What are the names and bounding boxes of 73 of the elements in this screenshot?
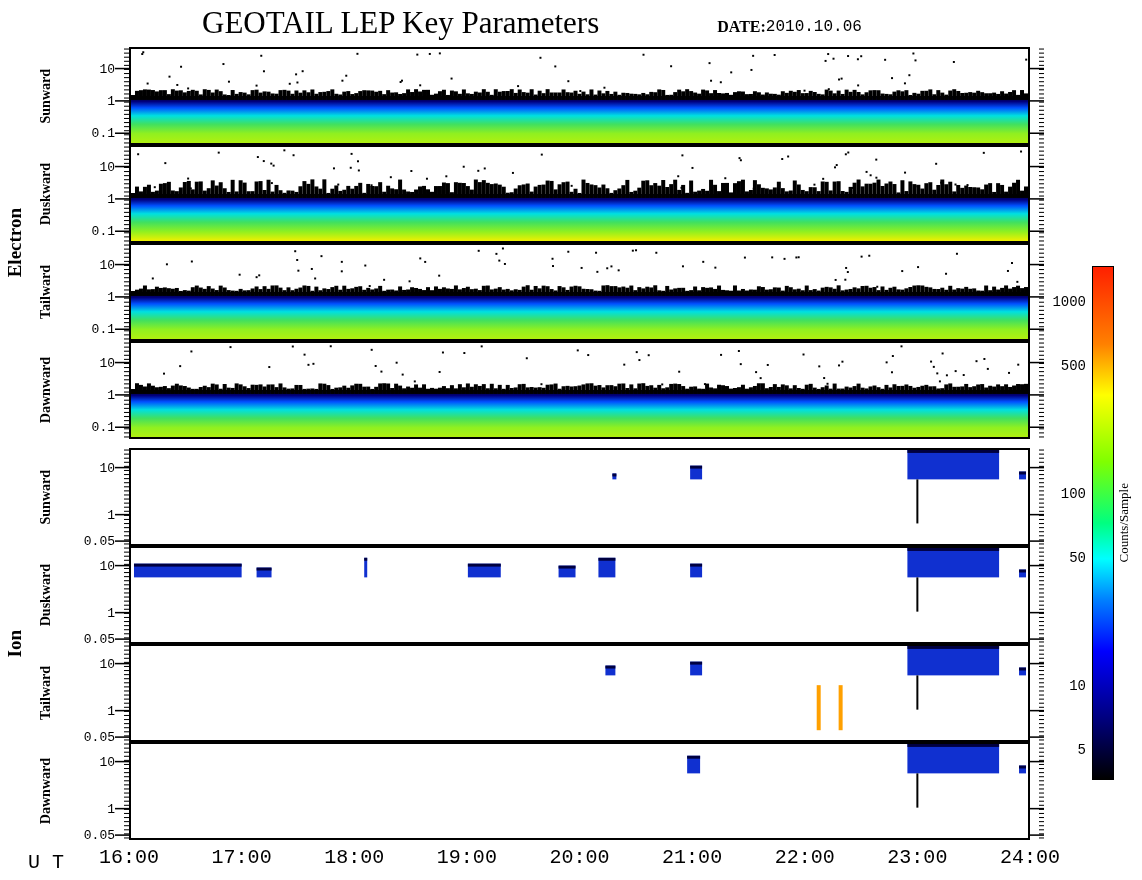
spectrogram-burst [558, 565, 576, 578]
y-tick-label: 10 [99, 258, 115, 272]
panel-label: Tailward [36, 666, 54, 720]
y-tick-label: 1 [107, 704, 115, 718]
y-tick-label: 0.1 [91, 322, 115, 336]
x-tick-label: 17:00 [211, 848, 272, 868]
y-tick-label: 1 [107, 508, 115, 522]
panel-label: Sunward [36, 469, 54, 525]
spectrogram-burst [256, 567, 272, 578]
spectrogram-burst [1019, 569, 1026, 578]
y-tick-label: 10 [99, 356, 115, 370]
panel-label: Tailward [36, 265, 54, 319]
y-tick-label: 0.05 [83, 730, 115, 744]
colorbar-tick-label: 5 [1077, 743, 1086, 758]
spectrogram-burst [690, 465, 703, 480]
colorbar-tick-label: 1000 [1052, 294, 1086, 309]
y-tick-label: 10 [99, 62, 115, 76]
x-tick-label: 16:00 [99, 848, 159, 868]
y-tick-label: 1 [107, 290, 115, 304]
y-tick-label: 1 [107, 802, 115, 816]
spectrogram-burst [467, 563, 501, 578]
y-tick-label: 1 [107, 606, 115, 620]
panel-label: Dawnward [36, 356, 54, 424]
x-tick-label: 23:00 [887, 848, 948, 868]
spectrogram-burst [690, 661, 703, 676]
y-tick-label: 1 [107, 94, 115, 108]
colorbar-tick-label: 100 [1060, 487, 1086, 502]
date-label: DATE: [717, 16, 766, 37]
panel-label: Sunward [36, 68, 54, 124]
spectrogram-burst [612, 473, 617, 480]
y-tick-label: 0.1 [91, 224, 115, 238]
x-tick-label: 22:00 [774, 848, 835, 868]
y-tick-label: 10 [99, 461, 115, 475]
x-tick-label: 24:00 [1000, 848, 1060, 868]
spectrogram-burst [690, 563, 703, 578]
y-tick-label: 0.1 [91, 420, 115, 434]
colorbar-title: Counts/Sample [1115, 483, 1133, 563]
spectrogram-burst [1019, 667, 1026, 676]
panel-label: Dawnward [36, 757, 54, 825]
panel-label: Duskward [36, 162, 54, 226]
spectrogram-burst [816, 685, 843, 731]
y-tick-label: 0.1 [91, 126, 115, 140]
spectrogram-line [916, 479, 919, 524]
y-tick-label: 1 [107, 192, 115, 206]
spectrogram-burst [364, 557, 368, 578]
colorbar-tick-label: 500 [1060, 359, 1086, 374]
colorbar-tick-label: 50 [1069, 550, 1086, 565]
chart-title: GEOTAIL LEP Key Parameters [202, 4, 600, 43]
y-tick-label: 10 [99, 657, 115, 671]
group-label: Electron [2, 208, 26, 278]
panel-label: Duskward [36, 563, 54, 627]
spectrogram-line [916, 675, 919, 710]
y-tick-label: 0.05 [83, 632, 115, 646]
spectrogram-line [916, 773, 919, 808]
y-tick-label: 10 [99, 559, 115, 573]
spectrogram-burst [687, 755, 701, 774]
date-value: 2010.10.06 [765, 16, 862, 38]
y-tick-label: 10 [99, 755, 115, 769]
spectrogram-burst [1019, 471, 1026, 480]
group-label: Ion [2, 630, 26, 658]
y-tick-label: 1 [107, 388, 115, 402]
colorbar-tick-label: 10 [1069, 678, 1086, 693]
y-tick-label: 0.05 [83, 534, 115, 548]
y-tick-label: 0.05 [83, 828, 115, 842]
spectrogram-burst [605, 665, 616, 676]
x-tick-label: 19:00 [436, 848, 497, 868]
y-tick-label: 10 [99, 160, 115, 174]
x-tick-label: 20:00 [549, 848, 610, 868]
x-tick-label: 21:00 [662, 848, 723, 868]
spectrogram-burst [598, 557, 616, 578]
spectrogram-burst [1019, 765, 1026, 774]
x-tick-label: 18:00 [324, 848, 385, 868]
spectrogram-line [916, 577, 919, 612]
